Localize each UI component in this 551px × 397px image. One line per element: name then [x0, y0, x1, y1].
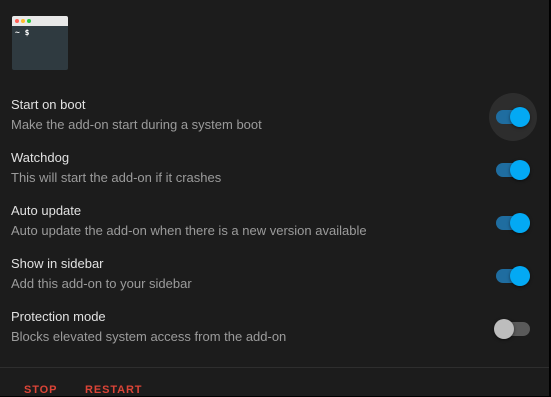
terminal-titlebar	[12, 16, 68, 26]
protection-mode-toggle[interactable]	[494, 319, 530, 339]
settings-list: Start on boot Make the add-on start duri…	[0, 90, 549, 355]
setting-title: Protection mode	[11, 309, 106, 324]
setting-description: Blocks elevated system access from the a…	[11, 329, 287, 344]
setting-description: Make the add-on start during a system bo…	[11, 117, 262, 132]
toggle-knob[interactable]	[510, 107, 530, 127]
terminal-logo: ~ $	[12, 16, 68, 70]
setting-watchdog: Watchdog This will start the add-on if i…	[0, 143, 549, 196]
setting-description: Auto update the add-on when there is a n…	[11, 223, 367, 238]
card-actions: STOP RESTART	[0, 367, 549, 397]
setting-title: Start on boot	[11, 97, 86, 112]
setting-protection-mode: Protection mode Blocks elevated system a…	[0, 302, 549, 355]
setting-show-in-sidebar: Show in sidebar Add this add-on to your …	[0, 249, 549, 302]
toggle-knob[interactable]	[510, 213, 530, 233]
setting-auto-update: Auto update Auto update the add-on when …	[0, 196, 549, 249]
setting-title: Show in sidebar	[11, 256, 104, 271]
stop-button[interactable]: STOP	[24, 384, 57, 396]
red-dot-icon	[15, 19, 19, 23]
auto-update-toggle[interactable]	[496, 213, 530, 233]
watchdog-toggle[interactable]	[496, 160, 530, 180]
toggle-knob[interactable]	[494, 319, 514, 339]
addon-info-card: ~ $ Start on boot Make the add-on start …	[0, 0, 549, 396]
setting-title: Auto update	[11, 203, 82, 218]
setting-start-on-boot: Start on boot Make the add-on start duri…	[0, 90, 549, 143]
restart-button[interactable]: RESTART	[85, 384, 142, 396]
green-dot-icon	[27, 19, 31, 23]
terminal-prompt: ~ $	[15, 28, 30, 37]
toggle-knob[interactable]	[510, 160, 530, 180]
toggle-knob[interactable]	[510, 266, 530, 286]
yellow-dot-icon	[21, 19, 25, 23]
setting-description: Add this add-on to your sidebar	[11, 276, 192, 291]
show-in-sidebar-toggle[interactable]	[496, 266, 530, 286]
setting-description: This will start the add-on if it crashes	[11, 170, 222, 185]
setting-title: Watchdog	[11, 150, 70, 165]
start-on-boot-toggle[interactable]	[489, 93, 537, 141]
